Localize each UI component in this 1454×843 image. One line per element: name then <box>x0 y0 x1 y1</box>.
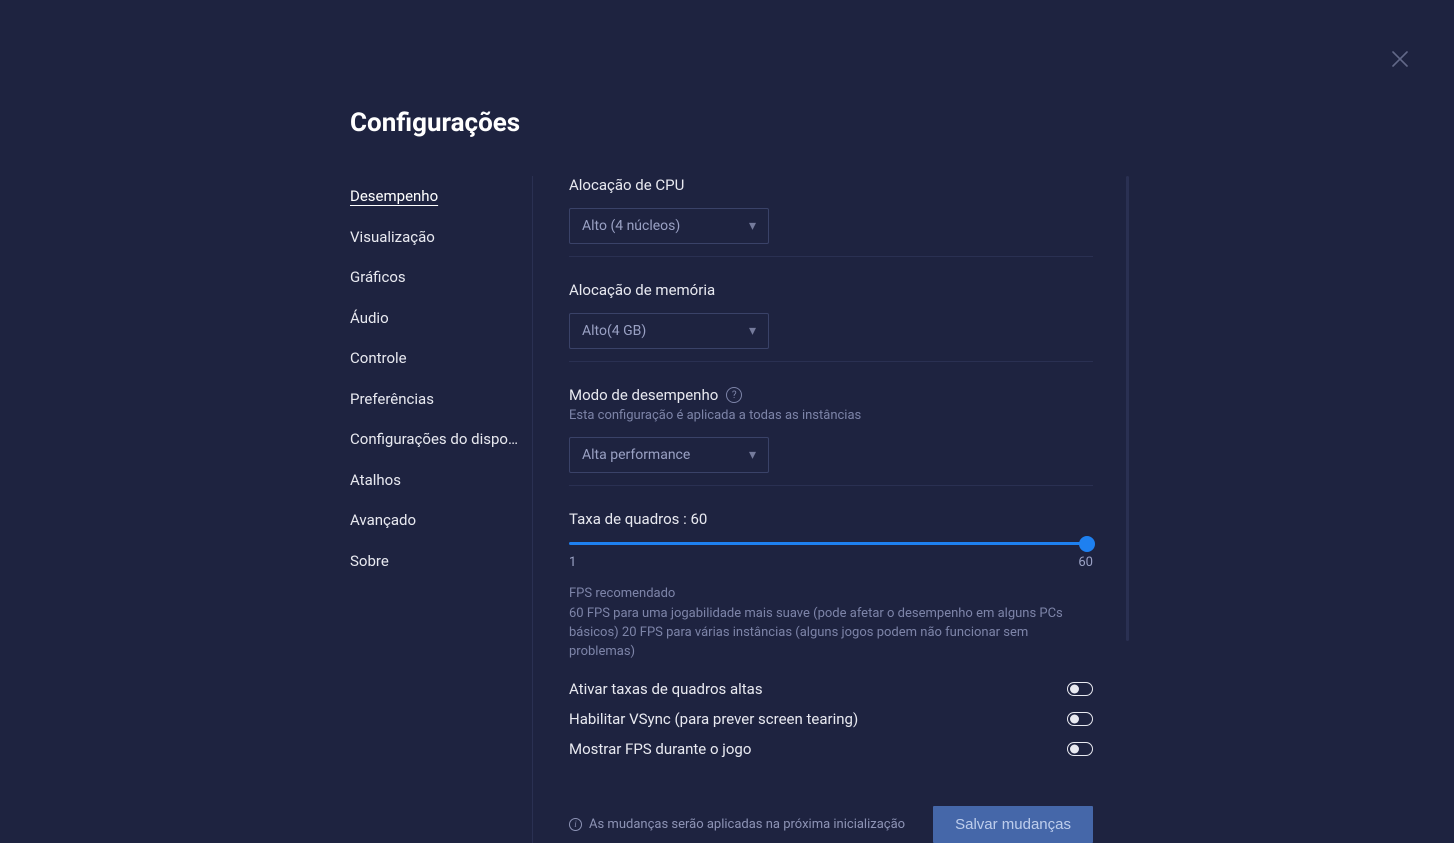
sidebar: Desempenho Visualização Gráficos Áudio C… <box>350 176 533 843</box>
sublabel-perf-mode: Esta configuração é aplicada a todas as … <box>569 408 1093 423</box>
fps-max: 60 <box>1078 555 1093 570</box>
chevron-down-icon: ▾ <box>749 447 756 463</box>
label-perf-mode: Modo de desempenho ? <box>569 386 1093 404</box>
save-button[interactable]: Salvar mudanças <box>933 806 1093 843</box>
toggle-vsync[interactable] <box>1067 712 1093 726</box>
sidebar-item-desempenho[interactable]: Desempenho <box>350 176 520 217</box>
select-memory[interactable]: Alto(4 GB) ▾ <box>569 313 769 349</box>
toggle-high-fps[interactable] <box>1067 682 1093 696</box>
sidebar-item-atalhos[interactable]: Atalhos <box>350 460 520 501</box>
section-fps: Taxa de quadros : 60 1 60 FPS recomendad… <box>569 510 1093 776</box>
sidebar-item-graficos[interactable]: Gráficos <box>350 257 520 298</box>
sidebar-item-preferencias[interactable]: Preferências <box>350 379 520 420</box>
section-memory: Alocação de memória Alto(4 GB) ▾ <box>569 281 1093 362</box>
fps-hint-body: 60 FPS para uma jogabilidade mais suave … <box>569 605 1093 662</box>
page-title: Configurações <box>350 108 1454 138</box>
sidebar-item-avancado[interactable]: Avançado <box>350 500 520 541</box>
toggle-label-show-fps: Mostrar FPS durante o jogo <box>569 740 751 758</box>
select-cpu[interactable]: Alto (4 núcleos) ▾ <box>569 208 769 244</box>
label-fps: Taxa de quadros : 60 <box>569 510 1093 528</box>
footer-note: i As mudanças serão aplicadas na próxima… <box>569 817 905 832</box>
chevron-down-icon: ▾ <box>749 218 756 234</box>
toggle-show-fps[interactable] <box>1067 742 1093 756</box>
sidebar-item-sobre[interactable]: Sobre <box>350 541 520 582</box>
toggle-row-vsync: Habilitar VSync (para prever screen tear… <box>569 704 1093 734</box>
section-perf-mode: Modo de desempenho ? Esta configuração é… <box>569 386 1093 486</box>
select-cpu-value: Alto (4 núcleos) <box>582 218 680 234</box>
section-cpu: Alocação de CPU Alto (4 núcleos) ▾ <box>569 176 1093 257</box>
toggle-row-high-fps: Ativar taxas de quadros altas <box>569 674 1093 704</box>
close-button[interactable] <box>1391 50 1409 68</box>
fps-slider[interactable] <box>569 542 1093 545</box>
sidebar-item-dispositivo[interactable]: Configurações do dispositi... <box>350 419 520 460</box>
close-icon <box>1391 50 1409 68</box>
scrollbar[interactable] <box>1126 176 1129 641</box>
select-perf-mode[interactable]: Alta performance ▾ <box>569 437 769 473</box>
footer: i As mudanças serão aplicadas na próxima… <box>569 806 1093 843</box>
select-perf-mode-value: Alta performance <box>582 447 690 463</box>
sidebar-item-visualizacao[interactable]: Visualização <box>350 217 520 258</box>
toggle-row-show-fps: Mostrar FPS durante o jogo <box>569 734 1093 764</box>
toggle-label-vsync: Habilitar VSync (para prever screen tear… <box>569 710 858 728</box>
sidebar-item-controle[interactable]: Controle <box>350 338 520 379</box>
toggle-label-high-fps: Ativar taxas de quadros altas <box>569 680 763 698</box>
fps-min: 1 <box>569 555 576 570</box>
select-memory-value: Alto(4 GB) <box>582 323 646 339</box>
content-panel: Alocação de CPU Alto (4 núcleos) ▾ Aloca… <box>533 176 1093 843</box>
chevron-down-icon: ▾ <box>749 323 756 339</box>
fps-slider-thumb[interactable] <box>1079 536 1095 552</box>
label-cpu: Alocação de CPU <box>569 176 1093 194</box>
info-icon: i <box>569 818 582 831</box>
fps-hint-title: FPS recomendado <box>569 586 1093 601</box>
sidebar-item-audio[interactable]: Áudio <box>350 298 520 339</box>
label-memory: Alocação de memória <box>569 281 1093 299</box>
help-icon[interactable]: ? <box>726 387 742 403</box>
